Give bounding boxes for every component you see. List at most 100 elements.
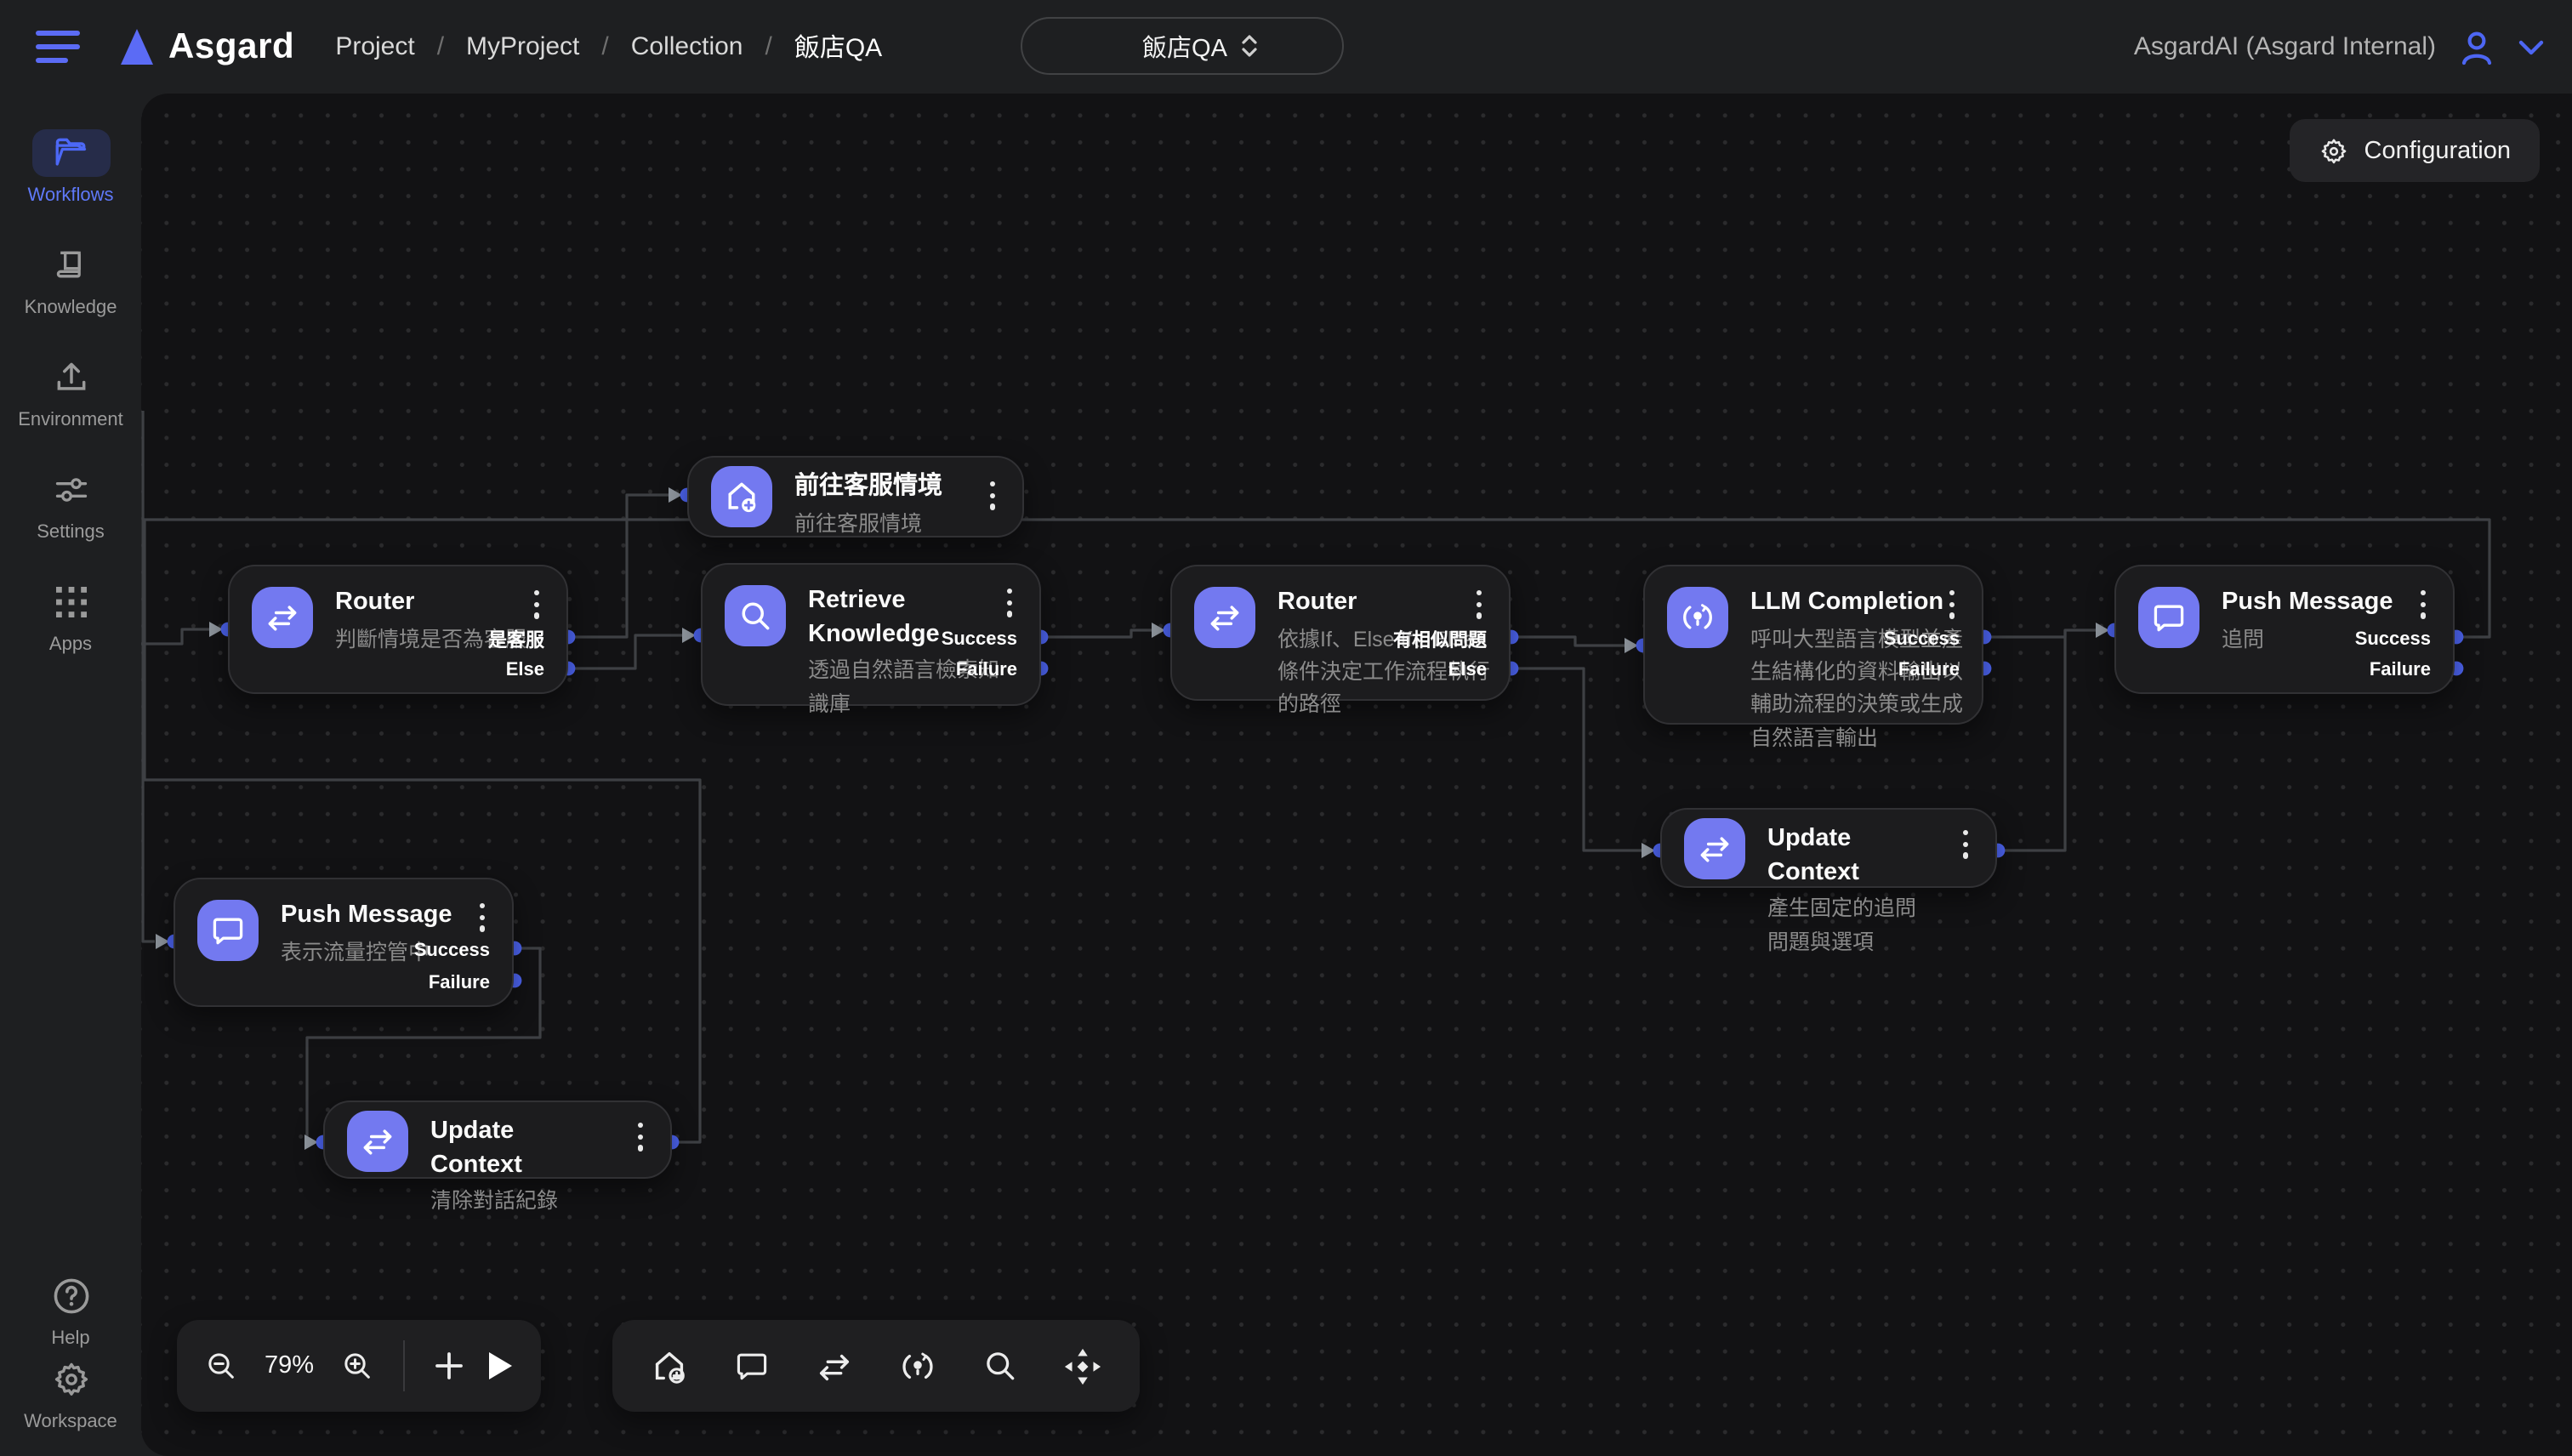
account-label: AsgardAI (Asgard Internal) [2134, 32, 2436, 61]
palette-search-button[interactable] [982, 1347, 1019, 1385]
up-down-chevrons-icon [1241, 32, 1260, 60]
output-port-label[interactable]: Failure [429, 972, 490, 992]
zoom-level: 79% [260, 1352, 318, 1379]
account-area: AsgardAI (Asgard Internal) [2134, 0, 2545, 94]
toolbar-divider [403, 1340, 405, 1391]
add-node-button[interactable] [434, 1351, 464, 1381]
node-menu-icon[interactable] [1007, 589, 1014, 622]
output-port-label[interactable]: Else [506, 660, 544, 680]
edge [570, 635, 682, 668]
edge [1999, 630, 2065, 850]
logo-triangle-icon [121, 29, 153, 65]
home-plus-icon [650, 1346, 689, 1385]
search-icon [982, 1347, 1019, 1385]
configuration-button[interactable]: Configuration [2290, 119, 2541, 182]
run-workflow-button[interactable] [487, 1351, 514, 1381]
node-update-context-followup[interactable]: Update Context 產生固定的追問問題與選項 [1660, 808, 1997, 888]
book-icon [52, 247, 89, 284]
output-port-label[interactable]: Else [1448, 660, 1487, 680]
hamburger-menu-icon[interactable] [36, 30, 80, 64]
app-logo[interactable]: Asgard [121, 26, 294, 67]
node-menu-icon[interactable] [480, 903, 487, 936]
node-title: LLM Completion [1750, 587, 1961, 620]
output-port-label[interactable]: Success [414, 940, 490, 960]
edge [1042, 630, 1152, 637]
breadcrumb-myproject[interactable]: MyProject [466, 32, 579, 61]
output-port-label[interactable]: Success [2355, 628, 2431, 649]
home-plus-icon [723, 478, 760, 515]
chevron-down-icon[interactable] [2518, 38, 2545, 55]
output-port-label[interactable]: Success [942, 628, 1017, 649]
swap-arrows-icon [1206, 599, 1243, 636]
node-router-1[interactable]: Router 判斷情境是否為客服 是客服 Else [228, 565, 568, 694]
node-menu-icon[interactable] [1949, 590, 1956, 623]
output-port-label[interactable]: 是客服 [488, 625, 544, 652]
asgard-workflow-editor: Asgard Project / MyProject / Collection … [0, 0, 2572, 1456]
palette-llm-button[interactable] [898, 1346, 937, 1385]
top-header: Asgard Project / MyProject / Collection … [0, 0, 2572, 94]
breadcrumb-project[interactable]: Project [335, 32, 414, 61]
chat-bubble-icon [733, 1347, 771, 1385]
workflow-selector-value: 飯店QA [1142, 28, 1227, 64]
output-port-label[interactable]: 有相似問題 [1393, 625, 1487, 652]
node-retrieve-knowledge[interactable]: Retrieve Knowledge 透過自然語言檢索知識庫 Success F… [701, 563, 1041, 706]
output-port-label[interactable]: Success [1884, 628, 1960, 649]
palette-push-message-button[interactable] [733, 1347, 771, 1385]
node-router-2[interactable]: Router 依據If、Else If、Else條件決定工作流程執行的路徑 有相… [1170, 565, 1511, 701]
workflow-selector[interactable]: 飯店QA [1021, 17, 1344, 75]
node-push-message-followup[interactable]: Push Message 追問 Success Failure [2114, 565, 2455, 694]
node-menu-icon[interactable] [2421, 590, 2427, 623]
user-avatar-icon[interactable] [2456, 26, 2497, 67]
output-port-label[interactable]: Failure [2370, 660, 2431, 680]
output-port-label[interactable]: Failure [956, 660, 1017, 680]
node-menu-icon[interactable] [1963, 830, 1970, 863]
chat-bubble-icon [2150, 599, 2188, 636]
sidebar-item-help[interactable]: Help [9, 1272, 132, 1349]
chat-bubble-icon [209, 912, 247, 949]
help-circle-icon [50, 1276, 91, 1317]
node-title: Update Context [1767, 823, 1927, 890]
sidebar-item-environment[interactable]: Environment [9, 354, 132, 430]
palette-move-button[interactable] [1063, 1346, 1102, 1385]
edge [1512, 668, 1642, 850]
swap-arrows-icon [359, 1123, 396, 1160]
llm-icon [898, 1346, 937, 1385]
sliders-icon [52, 471, 89, 509]
node-menu-icon[interactable] [534, 590, 541, 623]
sidebar-item-label: Workflows [27, 185, 113, 206]
node-push-message-throttle[interactable]: Push Message 表示流量控管中 Success Failure [174, 878, 514, 1007]
palette-update-context-button[interactable] [815, 1346, 854, 1385]
move-icon [1063, 1346, 1102, 1385]
node-llm-completion[interactable]: LLM Completion 呼叫大型語言模型並產生結構化的資料輸出以輔助流程的… [1643, 565, 1983, 725]
workflow-edges [141, 94, 2572, 1456]
node-menu-icon[interactable] [638, 1123, 645, 1156]
sidebar-item-settings[interactable]: Settings [9, 466, 132, 543]
breadcrumb: Project / MyProject / Collection / 飯店QA [335, 29, 882, 65]
sidebar-item-knowledge[interactable]: Knowledge [9, 242, 132, 318]
sidebar-item-label: Environment [18, 410, 123, 430]
play-icon [487, 1351, 514, 1381]
palette-scene-button[interactable] [650, 1346, 689, 1385]
swap-arrows-icon [1696, 830, 1733, 867]
gear-icon [50, 1359, 91, 1400]
node-title: Router [335, 587, 546, 620]
swap-arrows-icon [264, 599, 301, 636]
node-title: Update Context [430, 1116, 602, 1182]
sidebar-item-workflows[interactable]: Workflows [9, 129, 132, 206]
sidebar-item-workspace[interactable]: Workspace [9, 1356, 132, 1432]
node-update-context-clear[interactable]: Update Context 清除對話紀錄 [323, 1101, 672, 1179]
breadcrumb-collection[interactable]: Collection [631, 32, 743, 61]
node-title: Router [1277, 587, 1488, 620]
node-menu-icon[interactable] [990, 481, 997, 515]
zoom-out-icon [204, 1349, 238, 1383]
zoom-out-button[interactable] [204, 1349, 238, 1383]
swap-arrows-icon [815, 1346, 854, 1385]
breadcrumb-current[interactable]: 飯店QA [794, 29, 882, 65]
gear-icon [2319, 135, 2349, 166]
sidebar-item-apps[interactable]: Apps [9, 578, 132, 655]
zoom-in-button[interactable] [340, 1349, 374, 1383]
node-scene[interactable]: 前往客服情境 前往客服情境 [687, 456, 1024, 537]
output-port-label[interactable]: Failure [1898, 660, 1960, 680]
workflow-canvas[interactable]: 前往客服情境 前往客服情境 Router 判斷情境是否為客服 是客服 Else [141, 94, 2572, 1456]
node-menu-icon[interactable] [1477, 590, 1483, 623]
